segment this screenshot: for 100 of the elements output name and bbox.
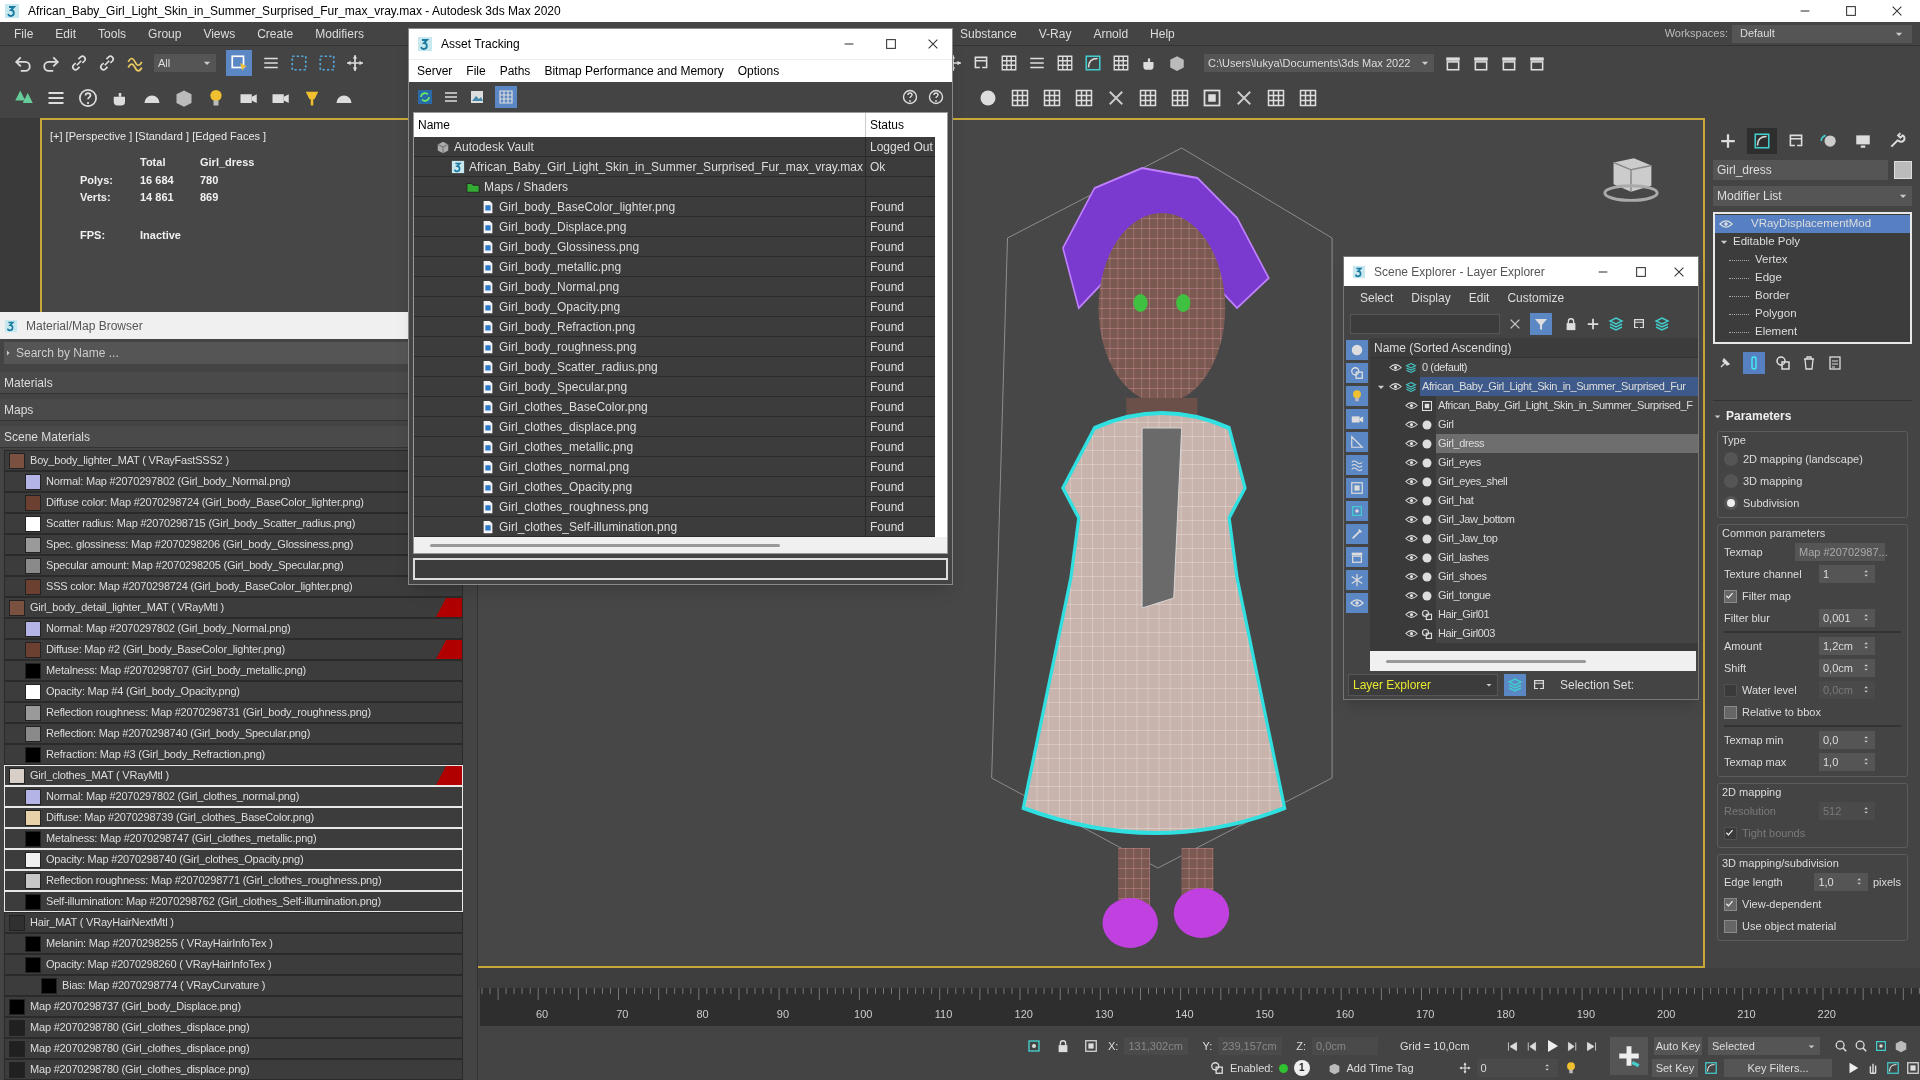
grid-icon[interactable] xyxy=(1266,87,1286,108)
map-row[interactable]: Bias: Map #2070298774 ( VRayCurvature ) xyxy=(4,975,463,996)
filter-toggle-button[interactable] xyxy=(1346,432,1368,452)
grid-icon[interactable] xyxy=(1112,54,1130,72)
object-name[interactable]: Hair_Girl003 xyxy=(1436,624,1698,643)
layers-icon[interactable] xyxy=(1608,316,1624,332)
grid-icon[interactable] xyxy=(1170,87,1190,108)
timeline-ruler[interactable]: 60 70 80 90 100 110 120 130 140 150 160 170 180 190 200 210 220 xyxy=(480,988,1920,1026)
layer-name[interactable]: 0 (default) xyxy=(1420,358,1698,377)
menu-item[interactable]: Options xyxy=(737,62,780,81)
filter-toggle-button[interactable] xyxy=(1346,593,1368,613)
asset-name[interactable]: Girl_clothes_metallic.png xyxy=(499,437,634,456)
visibility-eye-icon[interactable] xyxy=(1405,475,1418,488)
set-key-button[interactable]: Set Key xyxy=(1651,1059,1699,1077)
object-name[interactable]: Girl_Jaw_bottom xyxy=(1436,510,1698,529)
menu-item[interactable]: Views xyxy=(203,24,236,43)
asset-name[interactable]: Girl_body_BaseColor_lighter.png xyxy=(499,197,676,216)
menu-item[interactable]: Edit xyxy=(1468,289,1490,307)
asset-name[interactable]: Girl_clothes_normal.png xyxy=(499,457,630,476)
checkbox[interactable] xyxy=(1724,897,1737,911)
key-mode-icon[interactable] xyxy=(1458,1062,1471,1074)
map-row[interactable]: SSS color: Map #2070298724 (Girl_body_BaseColor_lighter.png) xyxy=(4,576,463,597)
material-row[interactable]: Map #2070298780 (Girl_clothes_displace.png) xyxy=(4,1017,463,1038)
radio-button[interactable] xyxy=(1724,496,1738,510)
tag-icon[interactable] xyxy=(1327,1061,1341,1075)
viewport-label[interactable]: [+] [Perspective ] [Standard ] [Edged Faces ] xyxy=(50,128,267,145)
horizontal-scrollbar[interactable] xyxy=(430,543,780,547)
redo-icon[interactable] xyxy=(42,54,60,72)
shield-icon[interactable] xyxy=(1210,1061,1224,1075)
search-field[interactable] xyxy=(1350,314,1500,334)
menu-item[interactable]: Bitmap Performance and Memory xyxy=(544,62,724,81)
rectangle-selection-icon[interactable] xyxy=(290,54,308,72)
map-row[interactable]: Normal: Map #2070297802 (Girl_clothes_normal.png) xyxy=(4,786,463,807)
menu-item[interactable]: Server xyxy=(417,62,453,81)
spinner-field[interactable]: 1,0 xyxy=(1814,873,1868,891)
visibility-eye-icon[interactable] xyxy=(1405,608,1418,621)
help-icon[interactable] xyxy=(902,89,918,106)
menu-item[interactable]: Group xyxy=(148,24,182,43)
layer-name[interactable]: African_Baby_Girl_Light_Skin_in_Summer_Surprised_Fur xyxy=(1420,377,1698,396)
object-name[interactable]: Girl_eyes_shell xyxy=(1436,472,1698,491)
grid-icon[interactable] xyxy=(1074,87,1094,108)
menu-item[interactable]: Edit xyxy=(55,24,77,43)
cube-icon[interactable] xyxy=(1894,1039,1908,1053)
asset-name[interactable]: Maps / Shaders xyxy=(484,177,569,196)
asset-name[interactable]: Girl_clothes_roughness.png xyxy=(499,497,649,516)
folder-icon[interactable] xyxy=(1528,54,1546,72)
column-header[interactable]: Status xyxy=(866,116,905,135)
map-row[interactable]: Reflection roughness: Map #2070298771 (Girl_clothes_roughness.png) xyxy=(4,870,463,891)
visibility-eye-icon[interactable] xyxy=(1405,418,1418,431)
object-name[interactable]: Girl_eyes xyxy=(1436,453,1698,472)
material-row[interactable]: Map #2070298780 (Girl_clothes_displace.png) xyxy=(4,1059,463,1080)
visibility-eye-icon[interactable] xyxy=(1405,513,1418,526)
spinner-field[interactable]: 0,001 xyxy=(1819,609,1875,627)
spinner-field[interactable]: 0,0cm xyxy=(1819,659,1875,677)
auto-key-button[interactable]: Auto Key xyxy=(1654,1037,1702,1055)
selection-icon[interactable] xyxy=(1026,1038,1042,1054)
selection-filter-dropdown[interactable]: All xyxy=(154,54,216,72)
curve-icon[interactable] xyxy=(1084,54,1102,72)
filter-toggle-button[interactable] xyxy=(1346,524,1368,544)
filter-toggle-button[interactable] xyxy=(1346,363,1368,383)
material-row[interactable]: Girl_clothes_MAT ( VRayMtl ) xyxy=(4,765,463,786)
object-name[interactable]: African_Baby_Girl_Light_Skin_in_Summer_Surprised_F xyxy=(1436,396,1698,415)
first-frame-icon[interactable] xyxy=(1506,1039,1519,1053)
clear-icon[interactable] xyxy=(1508,317,1522,331)
asset-name[interactable]: Girl_body_Displace.png xyxy=(499,217,627,236)
project-path-dropdown[interactable]: C:\Users\lukya\Documents\3ds Max 2022 xyxy=(1204,54,1434,72)
sub-object-level[interactable]: Element xyxy=(1755,323,1798,341)
map-row[interactable]: Self-illumination: Map #2070298762 (Girl_clothes_Self-illumination.png) xyxy=(4,891,463,912)
asset-name[interactable]: Girl_body_Refraction.png xyxy=(499,317,636,336)
object-name[interactable]: Girl_lashes xyxy=(1436,548,1698,567)
link-icon[interactable] xyxy=(70,54,88,72)
object-name-field[interactable]: Girl_dress xyxy=(1713,160,1888,180)
menu-item[interactable]: Tools xyxy=(98,24,127,43)
menu-item[interactable]: Help xyxy=(1150,24,1175,43)
path-field[interactable] xyxy=(413,558,948,580)
filter-toggle-button[interactable] xyxy=(1346,501,1368,521)
visibility-eye-icon[interactable] xyxy=(1389,380,1402,393)
grid-icon[interactable] xyxy=(1056,54,1074,72)
asset-name[interactable]: Girl_clothes_displace.png xyxy=(499,417,637,436)
maximize-icon[interactable] xyxy=(884,36,898,51)
spinner-field[interactable]: 1 xyxy=(1819,565,1875,583)
horizontal-scrollbar[interactable] xyxy=(1386,659,1586,663)
map-row[interactable]: Refraction: Map #3 (Girl_body_Refraction.png) xyxy=(4,744,463,765)
object-name[interactable]: Hair_Girl01 xyxy=(1436,605,1698,624)
help-icon[interactable] xyxy=(928,89,944,106)
asset-name[interactable]: Girl_body_Opacity.png xyxy=(499,297,621,316)
grid-icon[interactable] xyxy=(1010,87,1030,108)
visibility-eye-icon[interactable] xyxy=(1405,570,1418,583)
object-name[interactable]: Girl_Jaw_top xyxy=(1436,529,1698,548)
object-color-swatch[interactable] xyxy=(1894,161,1912,179)
key-filters-button[interactable]: Key Filters... xyxy=(1724,1059,1832,1077)
menu-item[interactable]: Modifiers xyxy=(315,24,364,43)
walk-icon[interactable] xyxy=(1886,1061,1900,1075)
box-icon[interactable] xyxy=(1168,54,1186,72)
zoom-icon[interactable] xyxy=(1834,1039,1848,1053)
frame-icon[interactable] xyxy=(1202,87,1222,108)
zoom-all-icon[interactable] xyxy=(1854,1039,1868,1053)
checkbox[interactable] xyxy=(1724,919,1737,933)
map-row[interactable]: Diffuse: Map #2070298739 (Girl_clothes_BaseColor.png) xyxy=(4,807,463,828)
trash-icon[interactable] xyxy=(1801,355,1817,371)
